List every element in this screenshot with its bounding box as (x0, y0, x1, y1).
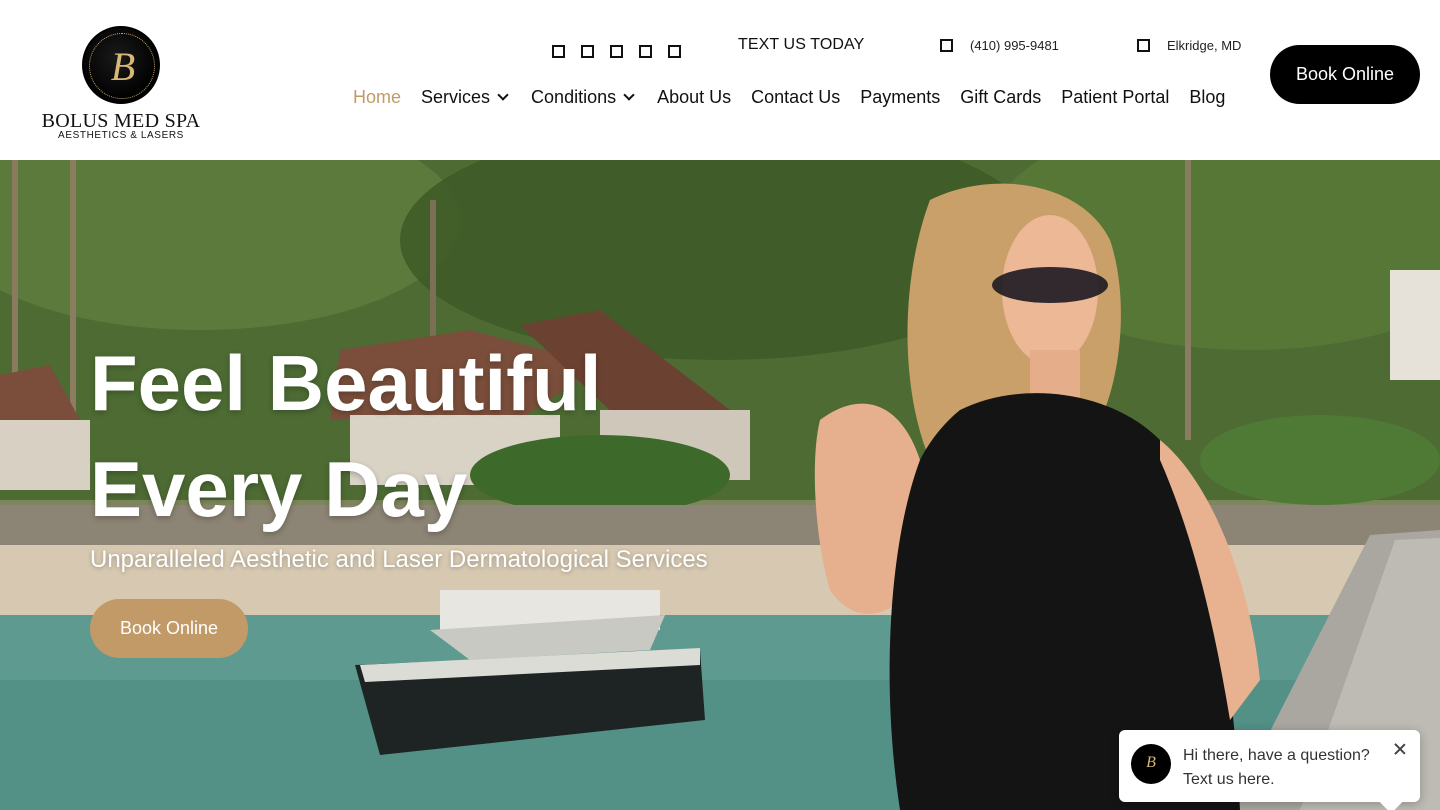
phone-icon (940, 39, 953, 52)
chat-message-line-1: Hi there, have a question? (1183, 747, 1370, 764)
book-online-button[interactable]: Book Online (1270, 45, 1420, 104)
nav-item-services[interactable]: Services (421, 87, 509, 108)
nav-item-home[interactable]: Home (353, 87, 401, 108)
nav-label: Home (353, 87, 402, 107)
location-text: Elkridge, MD (1167, 38, 1242, 53)
chat-avatar: B (1131, 744, 1171, 784)
site-header: B BOLUS MED SPA AESTHETICS & LASERS TEXT… (0, 0, 1440, 160)
hero-title-line-2: Every Day (90, 445, 468, 533)
nav-label: Blog (1189, 87, 1226, 107)
chevron-down-icon (497, 89, 509, 101)
nav-item-blog[interactable]: Blog (1189, 87, 1225, 108)
nav-label: Patient Portal (1061, 87, 1170, 107)
nav-item-gift-cards[interactable]: Gift Cards (960, 87, 1041, 108)
nav-item-payments[interactable]: Payments (860, 87, 940, 108)
social-icon-5[interactable] (668, 45, 681, 58)
nav-label: Conditions (531, 87, 617, 107)
phone-number: (410) 995-9481 (970, 38, 1059, 53)
hero-book-online-button[interactable]: Book Online (90, 599, 248, 658)
main-nav: Home Services Conditions About Us Contac… (353, 87, 1225, 108)
nav-item-conditions[interactable]: Conditions (531, 87, 635, 108)
nav-label: Payments (860, 87, 941, 107)
logo-badge: B (82, 26, 160, 104)
chevron-down-icon (623, 89, 635, 101)
social-icon-1[interactable] (552, 45, 565, 58)
nav-label: About Us (657, 87, 732, 107)
nav-item-about-us[interactable]: About Us (657, 87, 731, 108)
hero-title-line-1: Feel Beautiful (90, 339, 602, 427)
location-icon (1137, 39, 1150, 52)
nav-label: Gift Cards (960, 87, 1042, 107)
hero-subtitle: Unparalleled Aesthetic and Laser Dermato… (90, 546, 708, 573)
social-links (552, 45, 681, 58)
hero-title: Feel Beautiful Every Day (90, 330, 601, 542)
nav-label: Contact Us (751, 87, 841, 107)
location-link[interactable]: Elkridge, MD (1137, 38, 1241, 53)
hero-section: Feel Beautiful Every Day Unparalleled Ae… (0, 160, 1440, 810)
nav-item-patient-portal[interactable]: Patient Portal (1061, 87, 1169, 108)
chat-avatar-letter: B (1146, 754, 1156, 771)
brand-tagline: AESTHETICS & LASERS (58, 130, 184, 141)
chat-message-line-2: Text us here. (1183, 771, 1275, 788)
logo[interactable]: B BOLUS MED SPA AESTHETICS & LASERS (40, 26, 202, 144)
phone-link[interactable]: (410) 995-9481 (940, 38, 1059, 53)
social-icon-4[interactable] (639, 45, 652, 58)
nav-label: Services (421, 87, 491, 107)
social-icon-2[interactable] (581, 45, 594, 58)
logo-letter: B (110, 44, 136, 89)
chat-message[interactable]: Hi there, have a question? Text us here. (1183, 744, 1383, 792)
close-icon[interactable] (1393, 742, 1407, 756)
nav-item-contact-us[interactable]: Contact Us (751, 87, 840, 108)
text-us-link[interactable]: TEXT US TODAY (738, 36, 864, 54)
chat-widget[interactable]: B Hi there, have a question? Text us her… (1119, 730, 1420, 802)
social-icon-3[interactable] (610, 45, 623, 58)
